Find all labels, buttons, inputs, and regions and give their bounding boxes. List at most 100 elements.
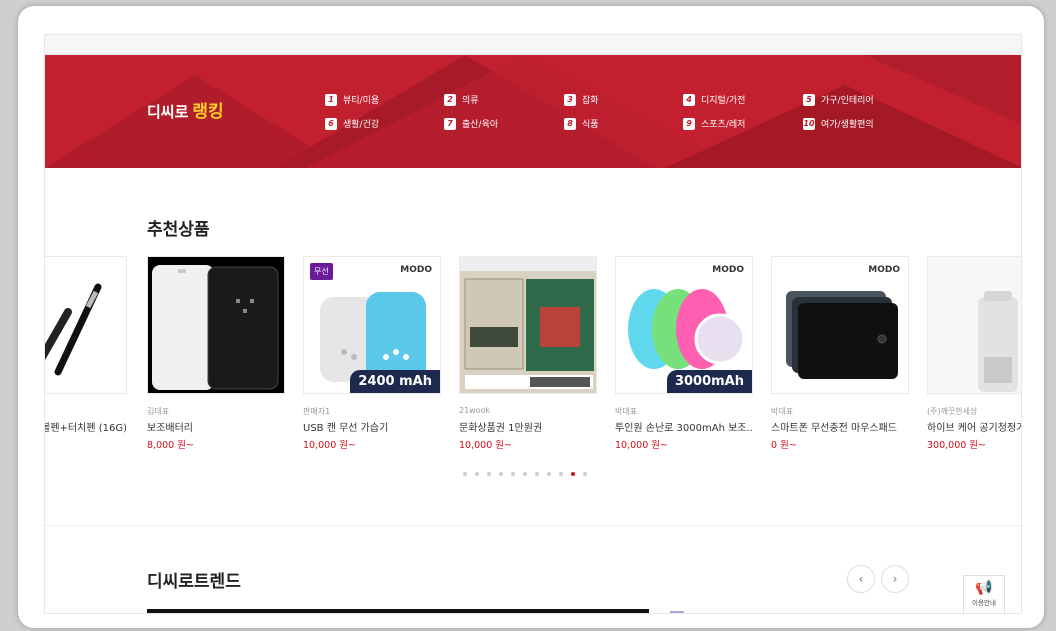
product-image bbox=[927, 256, 1021, 394]
category-num: 1 bbox=[325, 93, 337, 106]
chevron-left-icon: ‹ bbox=[858, 572, 864, 586]
top-strip bbox=[45, 35, 1021, 55]
pen-image bbox=[45, 283, 102, 376]
brand-prefix: 디씨로 bbox=[147, 103, 189, 121]
category-label: 생활/건강 bbox=[343, 120, 380, 130]
carousel-dot[interactable] bbox=[463, 472, 467, 476]
product-seller: 김대표 bbox=[147, 407, 170, 416]
product-seller: 21wook bbox=[459, 406, 491, 415]
product-seller: 박대표 bbox=[771, 407, 794, 416]
product-seller: 판매자1 bbox=[303, 407, 331, 416]
product-card[interactable]: MODO 박대표 스마트폰 무선충전 마우스패드 0 원~ bbox=[771, 256, 909, 451]
browser-frame: 디씨로 랭킹 1 뷰티/미용 2 의류 3 잡화 4 디지털/가전 5 가구/인테리어 6생… bbox=[18, 6, 1044, 628]
product-seller: (주)깨끗한세상 bbox=[927, 407, 978, 416]
product-image: MODO bbox=[771, 256, 909, 394]
category-num: 10 bbox=[803, 117, 815, 130]
category-leisure[interactable]: 10 여가/생활편의 bbox=[803, 117, 874, 130]
category-num: 7 bbox=[444, 117, 456, 130]
carousel-pagination bbox=[463, 472, 587, 476]
category-label: 디지털/가전 bbox=[701, 96, 746, 106]
product-name: 보조배터리 bbox=[147, 423, 193, 434]
product-badge: 무선 bbox=[310, 263, 333, 280]
carousel-dot[interactable] bbox=[487, 472, 491, 476]
category-label: 가구/인테리어 bbox=[821, 96, 874, 106]
air-purifier-image bbox=[978, 291, 1018, 392]
product-card[interactable]: 볼펜+터치펜 (16G) bbox=[44, 256, 127, 437]
category-num: 2 bbox=[444, 93, 456, 106]
category-label: 스포츠/레저 bbox=[701, 120, 746, 130]
category-digital[interactable]: 4 디지털/가전 bbox=[683, 93, 745, 106]
product-price: 10,000 원~ bbox=[459, 440, 512, 451]
carousel-dot-active[interactable] bbox=[571, 472, 575, 476]
category-baby[interactable]: 7 출산/육아 bbox=[444, 117, 498, 130]
page-viewport: 디씨로 랭킹 1 뷰티/미용 2 의류 3 잡화 4 디지털/가전 5 가구/인테리어 6생… bbox=[44, 34, 1022, 614]
trend-banner-image bbox=[147, 609, 649, 613]
carousel-dot[interactable] bbox=[475, 472, 479, 476]
category-num: 3 bbox=[564, 93, 576, 106]
product-seller bbox=[45, 406, 127, 417]
product-image bbox=[459, 256, 597, 394]
product-caption: 2400 mAh bbox=[350, 370, 440, 393]
product-name: USB 캔 무선 가습기 bbox=[303, 423, 389, 434]
next-button[interactable]: › bbox=[881, 565, 909, 593]
carousel-dot[interactable] bbox=[535, 472, 539, 476]
category-health[interactable]: 6 생활/건강 bbox=[325, 117, 379, 130]
product-card[interactable]: (주)깨끗한세상 하이브 케어 공기청정기 300,000 원~ bbox=[927, 256, 1022, 451]
category-furniture[interactable]: 5 가구/인테리어 bbox=[803, 93, 874, 106]
product-price: 10,000 원~ bbox=[615, 440, 668, 451]
product-name: 하이브 케어 공기청정기 bbox=[927, 423, 1022, 434]
product-price: 8,000 원~ bbox=[147, 440, 194, 451]
product-name: 문화상품권 1만원권 bbox=[459, 423, 543, 434]
category-label: 뷰티/미용 bbox=[343, 96, 380, 106]
product-image: 무선 MODO 2400 mAh bbox=[303, 256, 441, 394]
trend-tab-marker bbox=[670, 611, 684, 613]
chevron-right-icon: › bbox=[892, 572, 898, 586]
category-label: 출산/육아 bbox=[462, 120, 499, 130]
category-num: 5 bbox=[803, 93, 815, 106]
category-num: 6 bbox=[325, 117, 337, 130]
product-name: 스마트폰 무선충전 마우스패드 bbox=[771, 423, 897, 434]
ranking-title: 디씨로 랭킹 bbox=[147, 97, 224, 122]
category-beauty[interactable]: 1 뷰티/미용 bbox=[325, 93, 379, 106]
product-caption: 3000mAh bbox=[666, 370, 752, 393]
product-price: 300,000 원~ bbox=[927, 440, 987, 451]
usage-guide-button[interactable]: 📢 이용안내 bbox=[963, 575, 1005, 613]
brand-highlight: 랭킹 bbox=[192, 102, 224, 122]
carousel-dot[interactable] bbox=[583, 472, 587, 476]
category-clothing[interactable]: 2 의류 bbox=[444, 93, 479, 106]
brand-logo: MODO bbox=[712, 265, 744, 275]
product-price: 10,000 원~ bbox=[303, 440, 356, 451]
carousel-dot[interactable] bbox=[511, 472, 515, 476]
ranking-banner: 디씨로 랭킹 1 뷰티/미용 2 의류 3 잡화 4 디지털/가전 5 가구/인테리어 6생… bbox=[45, 55, 1021, 168]
prev-button[interactable]: ‹ bbox=[847, 565, 875, 593]
product-name: 투인원 손난로 3000mAh 보조... bbox=[615, 423, 753, 434]
mousepad-image bbox=[786, 291, 898, 379]
category-label: 의류 bbox=[462, 96, 479, 106]
carousel-dot[interactable] bbox=[559, 472, 563, 476]
category-num: 8 bbox=[564, 117, 576, 130]
megaphone-icon: 📢 bbox=[975, 580, 993, 596]
usage-guide-label: 이용안내 bbox=[972, 599, 996, 607]
category-label: 식품 bbox=[582, 120, 599, 130]
carousel-dot[interactable] bbox=[499, 472, 503, 476]
category-sports[interactable]: 9 스포츠/레저 bbox=[683, 117, 745, 130]
carousel-dot[interactable] bbox=[547, 472, 551, 476]
product-card[interactable]: MODO 3000mAh 박대표 투인원 손난로 3000mAh 보조... 1… bbox=[615, 256, 753, 451]
category-goods[interactable]: 3 잡화 bbox=[564, 93, 599, 106]
product-card[interactable]: 21wook 문화상품권 1만원권 10,000 원~ bbox=[459, 256, 597, 451]
category-label: 잡화 bbox=[582, 96, 599, 106]
category-num: 9 bbox=[683, 117, 695, 130]
product-price: 0 원~ bbox=[771, 440, 797, 451]
carousel-dot[interactable] bbox=[523, 472, 527, 476]
section-divider bbox=[45, 525, 1021, 526]
trend-title: 디씨로트렌드 bbox=[147, 572, 241, 592]
category-food[interactable]: 8 식품 bbox=[564, 117, 599, 130]
product-name: 볼펜+터치펜 (16G) bbox=[44, 423, 127, 434]
battery-image bbox=[152, 265, 279, 390]
brand-logo: MODO bbox=[868, 265, 900, 275]
product-card[interactable]: 김대표 보조배터리 8,000 원~ bbox=[147, 256, 285, 451]
product-card[interactable]: 무선 MODO 2400 mAh 판매자1 USB 캔 무선 가습기 10,00… bbox=[303, 256, 441, 451]
product-image: MODO 3000mAh bbox=[615, 256, 753, 394]
product-image bbox=[45, 256, 127, 394]
brand-logo: MODO bbox=[400, 265, 432, 275]
